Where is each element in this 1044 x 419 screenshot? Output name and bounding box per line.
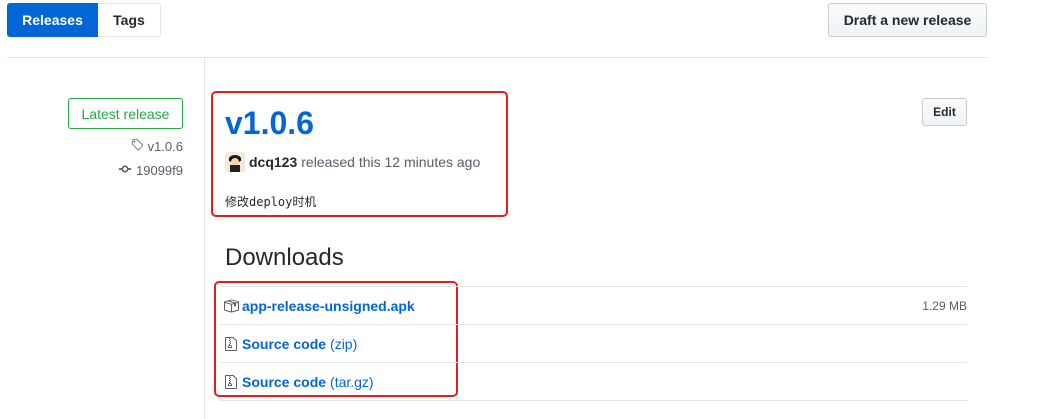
source-targz-row[interactable]: Source code (tar.gz) (220, 362, 967, 400)
source-targz-ext: (tar.gz) (330, 373, 374, 390)
source-targz-link[interactable]: Source code (242, 374, 326, 390)
release-byline: dcq123 released this 12 minutes ago (225, 152, 480, 172)
package-icon (223, 298, 239, 314)
file-zip-icon (223, 336, 239, 352)
draft-new-release-button[interactable]: Draft a new release (828, 3, 987, 37)
release-author[interactable]: dcq123 (249, 154, 297, 170)
avatar[interactable] (225, 152, 245, 172)
downloads-bottom-divider (220, 400, 967, 401)
header-divider (7, 57, 987, 58)
asset-row[interactable]: app-release-unsigned.apk 1.29 MB (220, 286, 967, 324)
release-time: released this 12 minutes ago (301, 154, 481, 170)
edit-button[interactable]: Edit (922, 98, 967, 126)
release-tabs: Releases Tags (7, 3, 161, 37)
source-zip-row[interactable]: Source code (zip) (220, 324, 967, 362)
release-commit[interactable]: 19099f9 (118, 162, 183, 179)
source-zip-link[interactable]: Source code (242, 336, 326, 352)
git-commit-icon (118, 162, 132, 179)
tab-releases[interactable]: Releases (7, 3, 98, 37)
asset-size: 1.29 MB (922, 298, 967, 313)
commit-sha: 19099f9 (136, 163, 183, 178)
release-tag[interactable]: v1.0.6 (130, 138, 183, 155)
tag-icon (130, 138, 144, 155)
source-zip-ext: (zip) (330, 335, 358, 352)
release-notes: 修改deploy时机 (225, 195, 317, 209)
tab-tags[interactable]: Tags (98, 3, 161, 37)
asset-link[interactable]: app-release-unsigned.apk (242, 298, 415, 314)
tag-label: v1.0.6 (147, 139, 183, 154)
downloads-heading: Downloads (225, 244, 344, 271)
latest-release-badge: Latest release (68, 98, 183, 129)
release-title[interactable]: v1.0.6 (225, 103, 314, 143)
timeline-divider (204, 57, 205, 419)
file-zip-icon (223, 374, 239, 390)
